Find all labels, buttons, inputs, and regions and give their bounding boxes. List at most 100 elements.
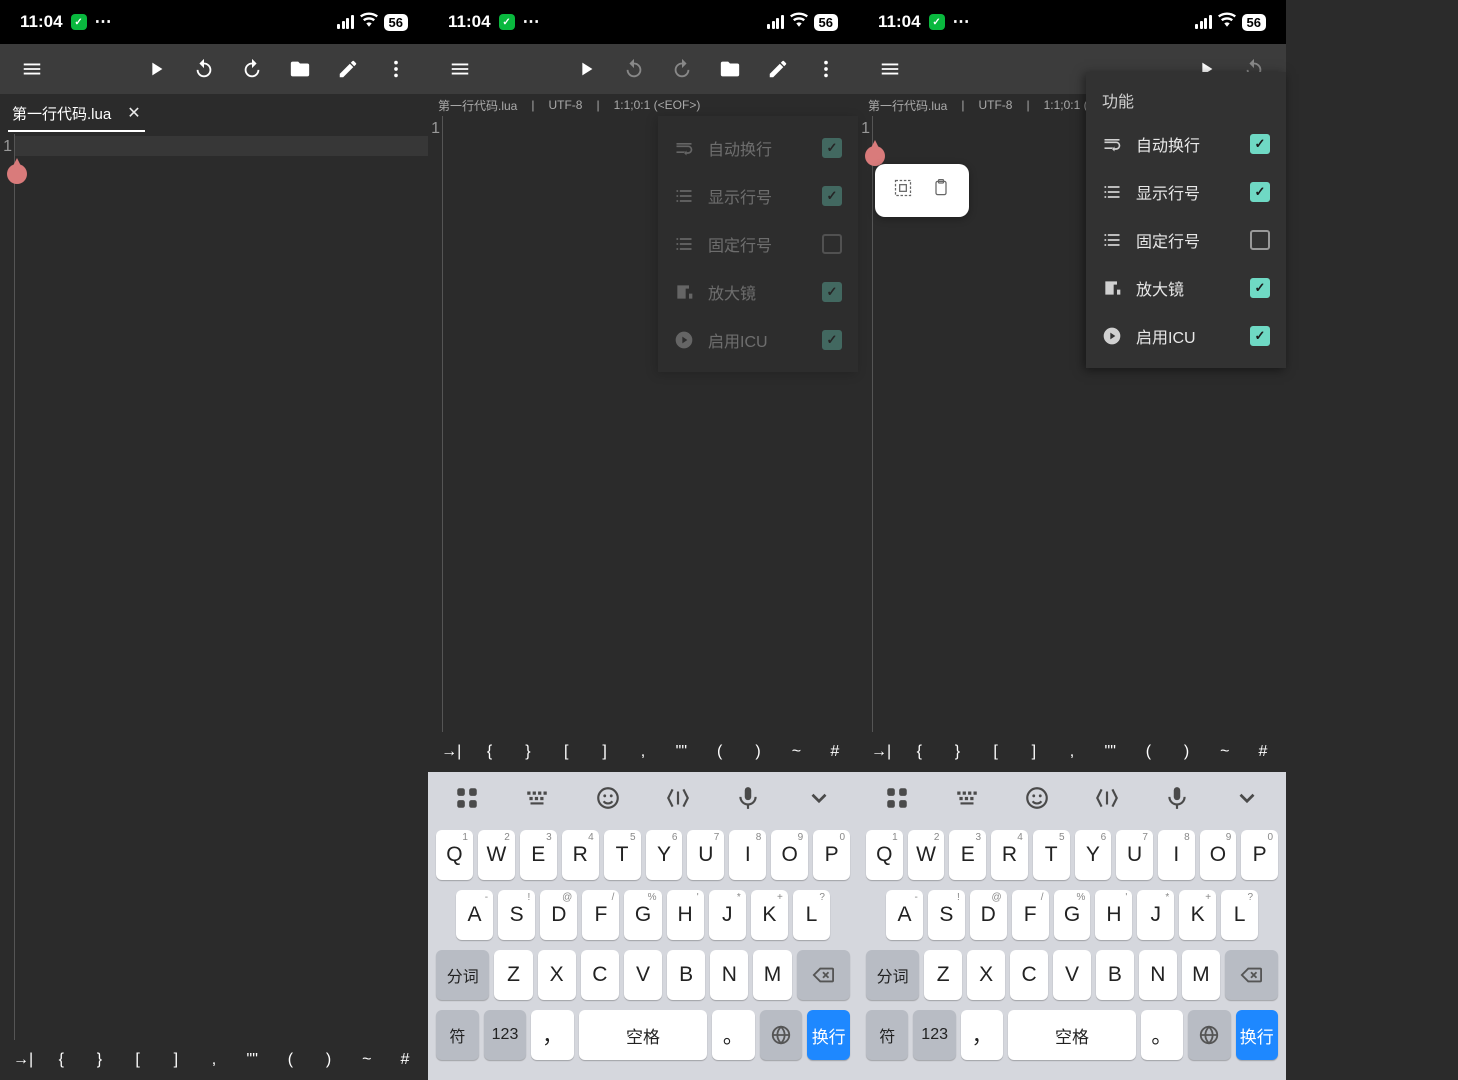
key-segment[interactable]: 分词 — [866, 950, 919, 1000]
mic-icon[interactable] — [1164, 785, 1190, 816]
key-y[interactable]: 6Y — [1075, 830, 1112, 880]
key-z[interactable]: Z — [494, 950, 532, 1000]
key-w[interactable]: 2W — [478, 830, 515, 880]
menu-item-wrap[interactable]: 自动换行 — [1086, 120, 1286, 168]
sym-paren-close[interactable]: ) — [739, 743, 777, 761]
keyboard-layout-icon[interactable] — [954, 785, 980, 816]
key-e[interactable]: 3E — [949, 830, 986, 880]
cursor-move-icon[interactable] — [665, 785, 691, 816]
sym-bracket-open[interactable]: [ — [119, 1051, 157, 1069]
key-o[interactable]: 9O — [1200, 830, 1237, 880]
menu-item-icu[interactable]: 启用ICU — [658, 316, 858, 364]
sym-hash[interactable]: # — [386, 1051, 424, 1069]
keyboard-layout-icon[interactable] — [524, 785, 550, 816]
close-tab-icon[interactable]: ✕ — [127, 103, 140, 123]
menu-item-wrap[interactable]: 自动换行 — [658, 124, 858, 172]
sym-paren-open[interactable]: ( — [701, 743, 739, 761]
menu-item-fixlineno[interactable]: 固定行号 — [1086, 216, 1286, 264]
redo-icon[interactable] — [232, 49, 272, 89]
key-o[interactable]: 9O — [771, 830, 808, 880]
sym-brace-close[interactable]: } — [509, 743, 547, 761]
key-q[interactable]: 1Q — [436, 830, 473, 880]
mic-icon[interactable] — [735, 785, 761, 816]
clipboard-icon[interactable] — [931, 178, 951, 203]
sym-comma[interactable]: , — [1053, 743, 1091, 761]
menu-item-lineno[interactable]: 显示行号 — [658, 172, 858, 220]
folder-icon[interactable] — [280, 49, 320, 89]
key-k[interactable]: +K — [1179, 890, 1216, 940]
sym-tilde[interactable]: ~ — [1206, 743, 1244, 761]
key-m[interactable]: M — [753, 950, 791, 1000]
key-q[interactable]: 1Q — [866, 830, 903, 880]
cursor-handle-icon[interactable] — [7, 158, 27, 184]
emoji-icon[interactable] — [595, 785, 621, 816]
menu-item-magnifier[interactable]: 放大镜 — [658, 268, 858, 316]
key-n[interactable]: N — [710, 950, 748, 1000]
key-segment[interactable]: 分词 — [436, 950, 489, 1000]
key-e[interactable]: 3E — [520, 830, 557, 880]
sym-tab[interactable]: →| — [4, 1051, 42, 1069]
key-period[interactable]: 。 — [1141, 1010, 1183, 1060]
key-l[interactable]: ?L — [1221, 890, 1258, 940]
undo-icon[interactable] — [184, 49, 224, 89]
key-c[interactable]: C — [1010, 950, 1048, 1000]
sym-paren-close[interactable]: ) — [310, 1051, 348, 1069]
key-space[interactable]: 空格 — [579, 1010, 707, 1060]
checkbox-icon[interactable] — [822, 138, 842, 158]
sym-paren-open[interactable]: ( — [1129, 743, 1167, 761]
key-p[interactable]: 0P — [1241, 830, 1278, 880]
key-symbols[interactable]: 符 — [866, 1010, 908, 1060]
edit-area[interactable]: 自动换行 显示行号 固定行号 放大镜 — [442, 116, 858, 732]
key-r[interactable]: 4R — [991, 830, 1028, 880]
key-n[interactable]: N — [1139, 950, 1177, 1000]
play-icon[interactable] — [136, 49, 176, 89]
code-editor[interactable]: 1 — [0, 134, 428, 1040]
grid-icon[interactable] — [454, 785, 480, 816]
key-x[interactable]: X — [538, 950, 576, 1000]
key-z[interactable]: Z — [924, 950, 962, 1000]
menu-item-icu[interactable]: 启用ICU — [1086, 312, 1286, 360]
key-y[interactable]: 6Y — [646, 830, 683, 880]
key-d[interactable]: @D — [540, 890, 577, 940]
key-space[interactable]: 空格 — [1008, 1010, 1135, 1060]
key-s[interactable]: !S — [498, 890, 535, 940]
sym-brace-open[interactable]: { — [470, 743, 508, 761]
sym-comma[interactable]: , — [624, 743, 662, 761]
overflow-icon[interactable] — [376, 49, 416, 89]
sym-brace-close[interactable]: } — [80, 1051, 118, 1069]
menu-item-lineno[interactable]: 显示行号 — [1086, 168, 1286, 216]
key-r[interactable]: 4R — [562, 830, 599, 880]
key-m[interactable]: M — [1182, 950, 1220, 1000]
key-g[interactable]: %G — [1054, 890, 1091, 940]
select-all-icon[interactable] — [893, 178, 913, 203]
sym-tilde[interactable]: ~ — [348, 1051, 386, 1069]
sym-tilde[interactable]: ~ — [777, 743, 815, 761]
key-b[interactable]: B — [667, 950, 705, 1000]
cursor-handle-icon[interactable] — [865, 140, 885, 166]
key-u[interactable]: 7U — [687, 830, 724, 880]
sym-paren-open[interactable]: ( — [271, 1051, 309, 1069]
key-g[interactable]: %G — [624, 890, 661, 940]
sym-comma[interactable]: , — [195, 1051, 233, 1069]
key-j[interactable]: *J — [1137, 890, 1174, 940]
key-s[interactable]: !S — [928, 890, 965, 940]
key-b[interactable]: B — [1096, 950, 1134, 1000]
cursor-move-icon[interactable] — [1094, 785, 1120, 816]
sym-bracket-close[interactable]: ] — [585, 743, 623, 761]
checkbox-icon[interactable] — [1250, 230, 1270, 250]
key-p[interactable]: 0P — [813, 830, 850, 880]
collapse-icon[interactable] — [1234, 785, 1260, 816]
key-enter[interactable]: 换行 — [1236, 1010, 1278, 1060]
key-i[interactable]: 8I — [1158, 830, 1195, 880]
key-c[interactable]: C — [581, 950, 619, 1000]
sym-brace-close[interactable]: } — [938, 743, 976, 761]
key-backspace[interactable] — [1225, 950, 1278, 1000]
collapse-icon[interactable] — [806, 785, 832, 816]
sym-quotes[interactable]: "" — [233, 1051, 271, 1069]
sym-tab[interactable]: →| — [432, 743, 470, 761]
checkbox-icon[interactable] — [822, 186, 842, 206]
key-numbers[interactable]: 123 — [484, 1010, 527, 1060]
grid-icon[interactable] — [884, 785, 910, 816]
key-x[interactable]: X — [967, 950, 1005, 1000]
undo-icon[interactable] — [614, 49, 654, 89]
